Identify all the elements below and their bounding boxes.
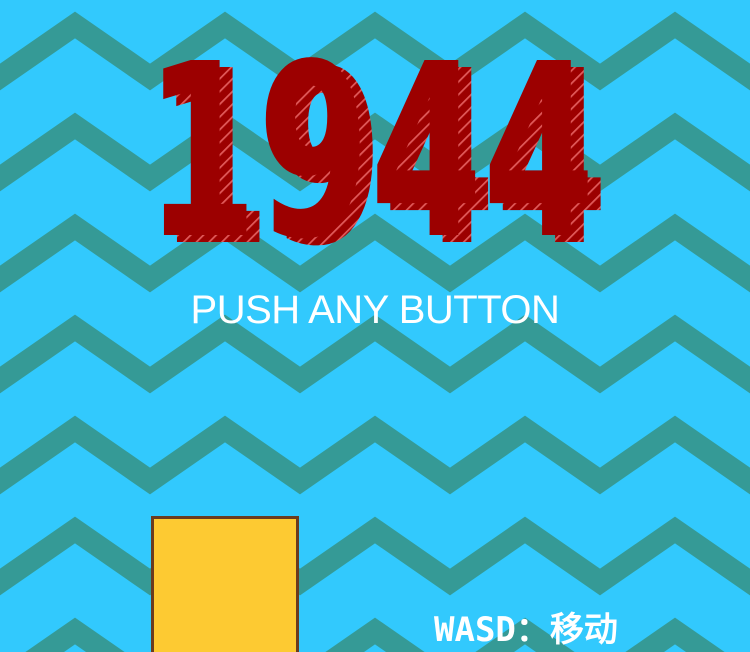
game-screen[interactable]: 1944 1944 PUSH ANY BUTTON WASD：移动 — [0, 0, 750, 652]
player-plane-block — [151, 516, 299, 652]
push-any-button-prompt: PUSH ANY BUTTON — [190, 288, 560, 332]
wave-band — [25, 617, 725, 652]
wave-band — [0, 415, 750, 495]
game-title: 1944 1944 — [145, 30, 608, 260]
game-title-text: 1944 — [145, 30, 595, 260]
wave-band — [0, 516, 750, 596]
wave-band — [0, 314, 750, 394]
controls-hint: WASD：移动 — [434, 610, 618, 650]
